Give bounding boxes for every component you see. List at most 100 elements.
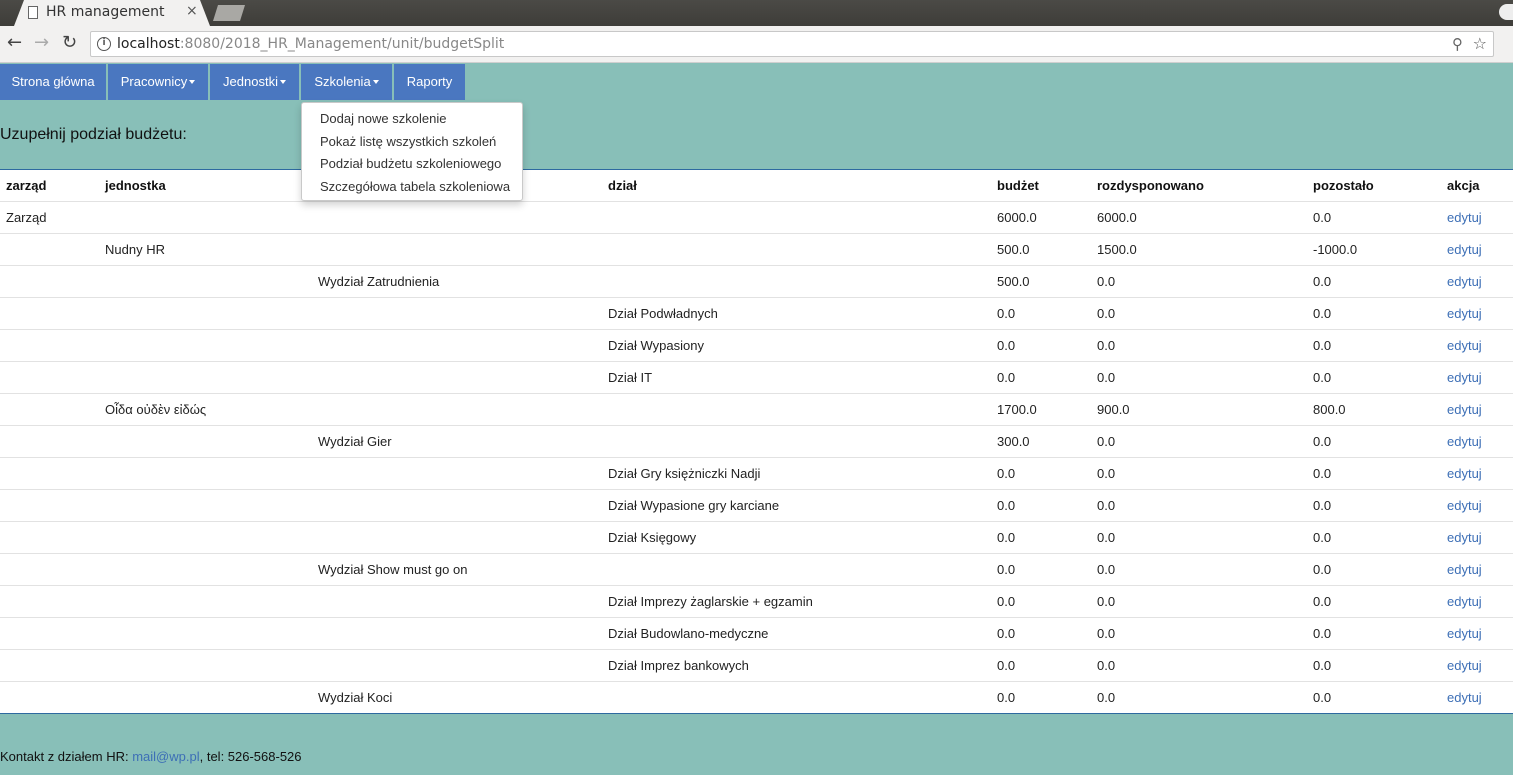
url-host: localhost — [117, 36, 180, 52]
edit-link[interactable]: edytuj — [1447, 434, 1482, 449]
table-cell: 0.0 — [1090, 264, 1306, 297]
table-cell — [98, 360, 311, 393]
edit-link[interactable]: edytuj — [1447, 274, 1482, 289]
table-cell: Nudny HR — [98, 232, 311, 265]
table-cell: 0.0 — [990, 584, 1090, 617]
table-row: Wydział Koci 0.0 0.0 0.0 edytuj — [0, 680, 1513, 713]
table-cell: 0.0 — [1306, 520, 1440, 553]
table-cell — [0, 488, 98, 521]
table-cell — [0, 616, 98, 649]
table-row: Dział Imprez bankowych 0.0 0.0 0.0 edytuj — [0, 648, 1513, 681]
table-cell — [311, 296, 601, 329]
reload-icon[interactable]: ↻ — [62, 33, 77, 53]
table-cell: Dział Podwładnych — [601, 296, 990, 329]
table-cell: 0.0 — [1090, 648, 1306, 681]
edit-link[interactable]: edytuj — [1447, 402, 1482, 417]
edit-link[interactable]: edytuj — [1447, 242, 1482, 257]
table-cell: 0.0 — [1090, 488, 1306, 521]
caret-down-icon — [372, 79, 379, 84]
edit-link[interactable]: edytuj — [1447, 658, 1482, 673]
edit-link[interactable]: edytuj — [1447, 210, 1482, 225]
table-cell — [0, 392, 98, 425]
edit-link[interactable]: edytuj — [1447, 466, 1482, 481]
menu-item-list-trainings[interactable]: Pokaż listę wszystkich szkoleń — [302, 131, 522, 154]
column-header: rozdysponowano — [1097, 177, 1204, 193]
table-cell: Dział Imprez bankowych — [601, 648, 990, 681]
table-cell: 500.0 — [990, 232, 1090, 265]
table-cell — [0, 296, 98, 329]
table-cell — [601, 424, 990, 457]
table-cell — [0, 264, 98, 297]
table-cell: 0.0 — [1306, 264, 1440, 297]
table-row: Wydział Zatrudnienia 500.0 0.0 0.0 edytuj — [0, 264, 1513, 297]
table-cell: 0.0 — [1090, 520, 1306, 553]
menu-item-budget-split[interactable]: Podział budżetu szkoleniowego — [302, 153, 522, 176]
url-path: :8080/2018_HR_Management/unit/budgetSpli… — [179, 36, 505, 52]
column-header: zarząd — [6, 177, 47, 193]
table-cell — [601, 680, 990, 713]
nav-home[interactable]: Strona główna — [0, 64, 106, 100]
table-cell: 0.0 — [1306, 552, 1440, 585]
menu-item-add-training[interactable]: Dodaj nowe szkolenie — [302, 108, 522, 131]
table-cell — [98, 328, 311, 361]
action-cell: edytuj — [1440, 456, 1513, 489]
address-bar[interactable]: i localhost:8080/2018_HR_Management/unit… — [90, 31, 1494, 57]
edit-link[interactable]: edytuj — [1447, 306, 1482, 321]
close-tab-icon[interactable]: × — [186, 3, 198, 19]
action-cell: edytuj — [1440, 328, 1513, 361]
nav-employees[interactable]: Pracownicy — [108, 64, 208, 100]
profile-icon[interactable] — [1499, 4, 1513, 20]
table-cell: 0.0 — [1306, 200, 1440, 233]
table-cell: 500.0 — [990, 264, 1090, 297]
table-cell: -1000.0 — [1306, 232, 1440, 265]
table-cell — [0, 328, 98, 361]
table-row: Dział Budowlano-medyczne 0.0 0.0 0.0 edytuj — [0, 616, 1513, 649]
table-cell: 0.0 — [1306, 360, 1440, 393]
zoom-icon[interactable]: ⚲ — [1452, 35, 1463, 53]
table-cell: 0.0 — [1306, 616, 1440, 649]
edit-link[interactable]: edytuj — [1447, 530, 1482, 545]
edit-link[interactable]: edytuj — [1447, 690, 1482, 705]
table-row: Dział Wypasione gry karciane 0.0 0.0 0.0 edy… — [0, 488, 1513, 521]
nav-reports[interactable]: Raporty — [394, 64, 465, 100]
trainings-dropdown-menu: Dodaj nowe szkolenie Pokaż listę wszystk… — [301, 102, 523, 201]
table-row: Dział Podwładnych 0.0 0.0 0.0 edytuj — [0, 296, 1513, 329]
budget-table-container: zarząd jednostka wydział dział budżet ro… — [0, 169, 1513, 714]
table-row: Wydział Gier 300.0 0.0 0.0 edytuj — [0, 424, 1513, 457]
table-cell: 6000.0 — [990, 200, 1090, 233]
edit-link[interactable]: edytuj — [1447, 562, 1482, 577]
table-cell: 0.0 — [1306, 648, 1440, 681]
edit-link[interactable]: edytuj — [1447, 370, 1482, 385]
table-cell — [601, 552, 990, 585]
nav-trainings[interactable]: Szkolenia — [301, 64, 392, 100]
action-cell: edytuj — [1440, 392, 1513, 425]
table-cell — [98, 648, 311, 681]
action-cell: edytuj — [1440, 232, 1513, 265]
table-cell — [311, 488, 601, 521]
back-arrow-icon[interactable]: ← — [7, 33, 22, 53]
table-cell: Dział Gry księżniczki Nadji — [601, 456, 990, 489]
table-cell: Wydział Show must go on — [311, 552, 601, 585]
edit-link[interactable]: edytuj — [1447, 626, 1482, 641]
edit-link[interactable]: edytuj — [1447, 338, 1482, 353]
table-cell — [311, 616, 601, 649]
nav-units[interactable]: Jednostki — [210, 64, 299, 100]
table-cell — [311, 328, 601, 361]
table-row: Dział Wypasiony 0.0 0.0 0.0 edytuj — [0, 328, 1513, 361]
table-cell: 300.0 — [990, 424, 1090, 457]
table-cell — [311, 360, 601, 393]
footer-email-link[interactable]: mail@wp.pl — [132, 749, 199, 764]
column-header: dział — [608, 177, 637, 193]
table-cell — [311, 648, 601, 681]
url-text[interactable]: localhost:8080/2018_HR_Management/unit/b… — [117, 36, 504, 52]
table-cell: Dział Budowlano-medyczne — [601, 616, 990, 649]
edit-link[interactable]: edytuj — [1447, 498, 1482, 513]
menu-item-training-table[interactable]: Szczegółowa tabela szkoleniowa — [302, 176, 522, 199]
tab-title: HR management — [46, 4, 165, 20]
new-tab-button[interactable] — [213, 5, 245, 21]
info-icon[interactable]: i — [97, 37, 111, 51]
edit-link[interactable]: edytuj — [1447, 594, 1482, 609]
bookmark-star-icon[interactable]: ☆ — [1473, 34, 1487, 53]
forward-arrow-icon[interactable]: → — [34, 33, 49, 53]
table-cell — [601, 392, 990, 425]
